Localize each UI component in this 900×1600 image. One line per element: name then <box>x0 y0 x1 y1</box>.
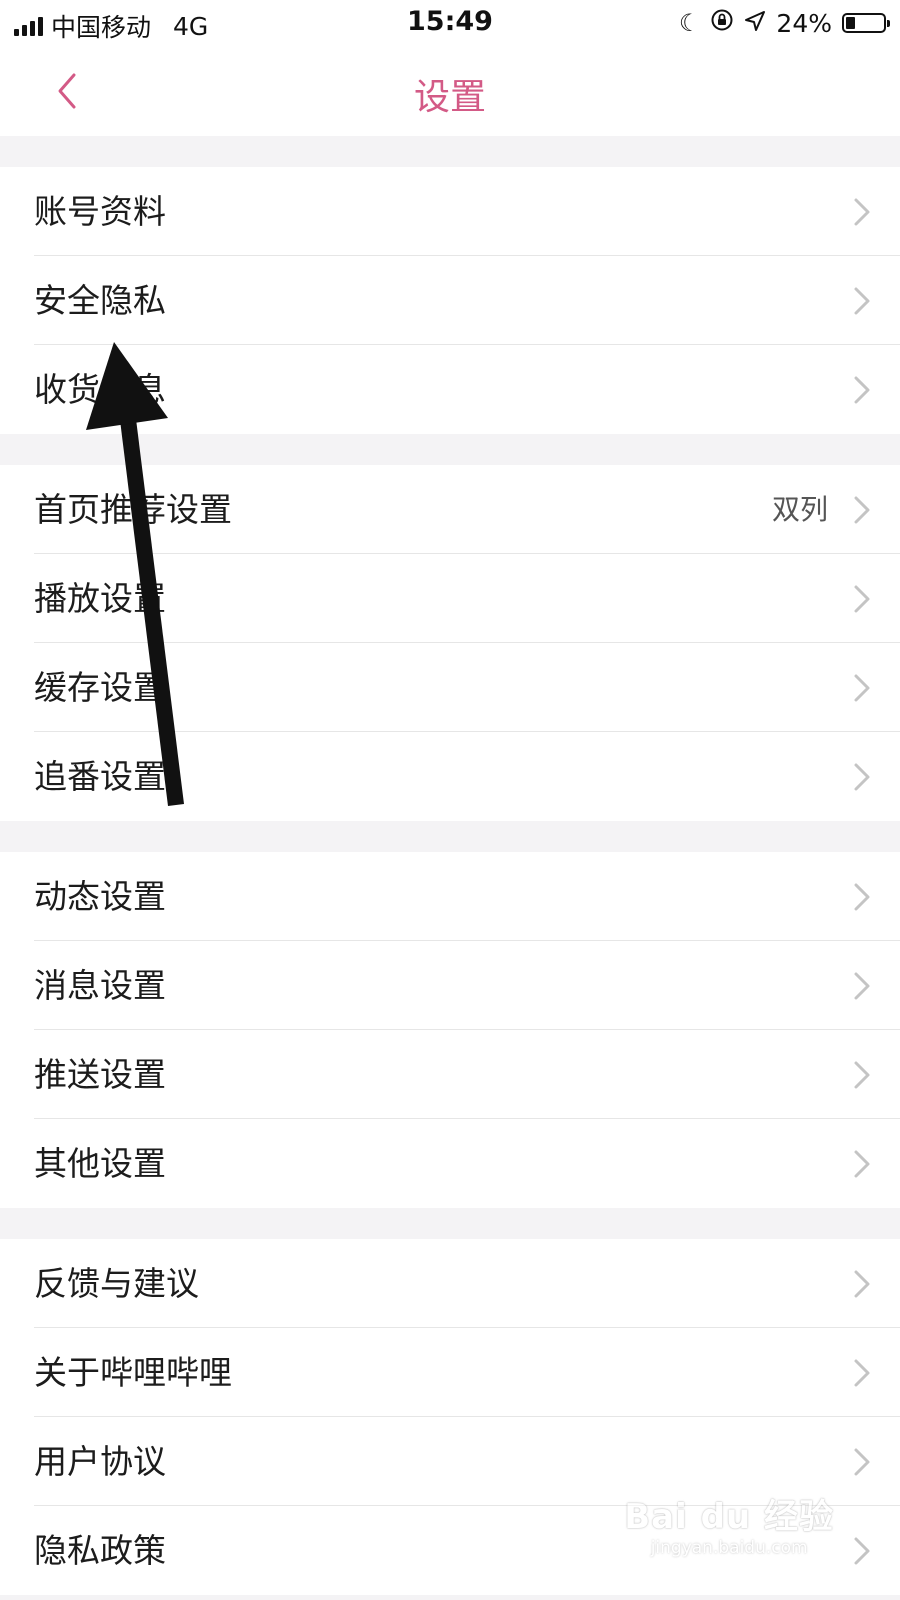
settings-group-account: 账号资料 安全隐私 收货信息 <box>0 167 900 434</box>
page-title: 设置 <box>413 77 486 118</box>
chevron-left-icon <box>58 73 76 109</box>
settings-row-security-privacy[interactable]: 安全隐私 <box>0 256 900 345</box>
row-label: 账号资料 <box>34 192 166 231</box>
settings-group-playback: 首页推荐设置 双列 播放设置 缓存设置 追番设置 <box>0 465 900 821</box>
row-label: 其他设置 <box>34 1144 166 1183</box>
row-label: 安全隐私 <box>34 281 166 320</box>
settings-row-dynamic[interactable]: 动态设置 <box>0 852 900 941</box>
row-label: 缓存设置 <box>34 668 166 707</box>
watermark-logo: Bai du 经验 <box>624 1497 834 1537</box>
chevron-right-icon <box>854 496 870 524</box>
row-label: 关于哔哩哔哩 <box>34 1353 232 1392</box>
chevron-right-icon <box>854 1448 870 1476</box>
chevron-right-icon <box>854 674 870 702</box>
chevron-right-icon <box>854 972 870 1000</box>
chevron-right-icon <box>854 1359 870 1387</box>
chevron-right-icon <box>854 1061 870 1089</box>
settings-row-account-profile[interactable]: 账号资料 <box>0 167 900 256</box>
chevron-right-icon <box>854 1537 870 1565</box>
battery-level <box>846 17 855 29</box>
battery-percent: 24% <box>776 8 832 38</box>
row-label: 消息设置 <box>34 966 166 1005</box>
settings-row-message[interactable]: 消息设置 <box>0 941 900 1030</box>
row-label: 用户协议 <box>34 1442 166 1481</box>
row-label: 首页推荐设置 <box>34 490 232 529</box>
chevron-right-icon <box>854 376 870 404</box>
settings-row-cache[interactable]: 缓存设置 <box>0 643 900 732</box>
chevron-right-icon <box>854 198 870 226</box>
nav-bar: 设置 <box>0 46 900 136</box>
chevron-right-icon <box>854 585 870 613</box>
settings-row-push[interactable]: 推送设置 <box>0 1030 900 1119</box>
chevron-right-icon <box>854 763 870 791</box>
settings-group-notifications: 动态设置 消息设置 推送设置 其他设置 <box>0 852 900 1208</box>
settings-row-home-recommend[interactable]: 首页推荐设置 双列 <box>0 465 900 554</box>
orientation-lock-icon <box>710 8 734 38</box>
status-right: ☾ 24% <box>678 8 890 38</box>
location-arrow-icon <box>744 9 766 38</box>
back-button[interactable] <box>40 64 94 118</box>
row-value: 双列 <box>771 493 828 526</box>
settings-row-about[interactable]: 关于哔哩哔哩 <box>0 1328 900 1417</box>
chevron-right-icon <box>854 287 870 315</box>
row-label: 反馈与建议 <box>34 1264 199 1303</box>
settings-row-other[interactable]: 其他设置 <box>0 1119 900 1208</box>
settings-row-playback[interactable]: 播放设置 <box>0 554 900 643</box>
battery-icon <box>842 13 890 33</box>
settings-row-follow-anime[interactable]: 追番设置 <box>0 732 900 821</box>
settings-list: 账号资料 安全隐私 收货信息 首页推荐设置 双列 播放设置 缓存设置 追番设置 … <box>0 136 900 1595</box>
row-label: 播放设置 <box>34 579 166 618</box>
battery-tip <box>887 20 890 27</box>
settings-row-feedback[interactable]: 反馈与建议 <box>0 1239 900 1328</box>
chevron-right-icon <box>854 1270 870 1298</box>
row-label: 收货信息 <box>34 370 166 409</box>
chevron-right-icon <box>854 883 870 911</box>
row-label: 隐私政策 <box>34 1531 166 1570</box>
row-label: 追番设置 <box>34 757 166 796</box>
row-label: 推送设置 <box>34 1055 166 1094</box>
chevron-right-icon <box>854 1150 870 1178</box>
status-bar: 中国移动 4G 15:49 ☾ 24% <box>0 0 900 46</box>
moon-icon: ☾ <box>678 9 701 37</box>
watermark-url: jingyan.baidu.com <box>650 1538 808 1558</box>
row-label: 动态设置 <box>34 877 166 916</box>
watermark: Bai du 经验 jingyan.baidu.com <box>624 1489 834 1558</box>
settings-row-shipping-info[interactable]: 收货信息 <box>0 345 900 434</box>
